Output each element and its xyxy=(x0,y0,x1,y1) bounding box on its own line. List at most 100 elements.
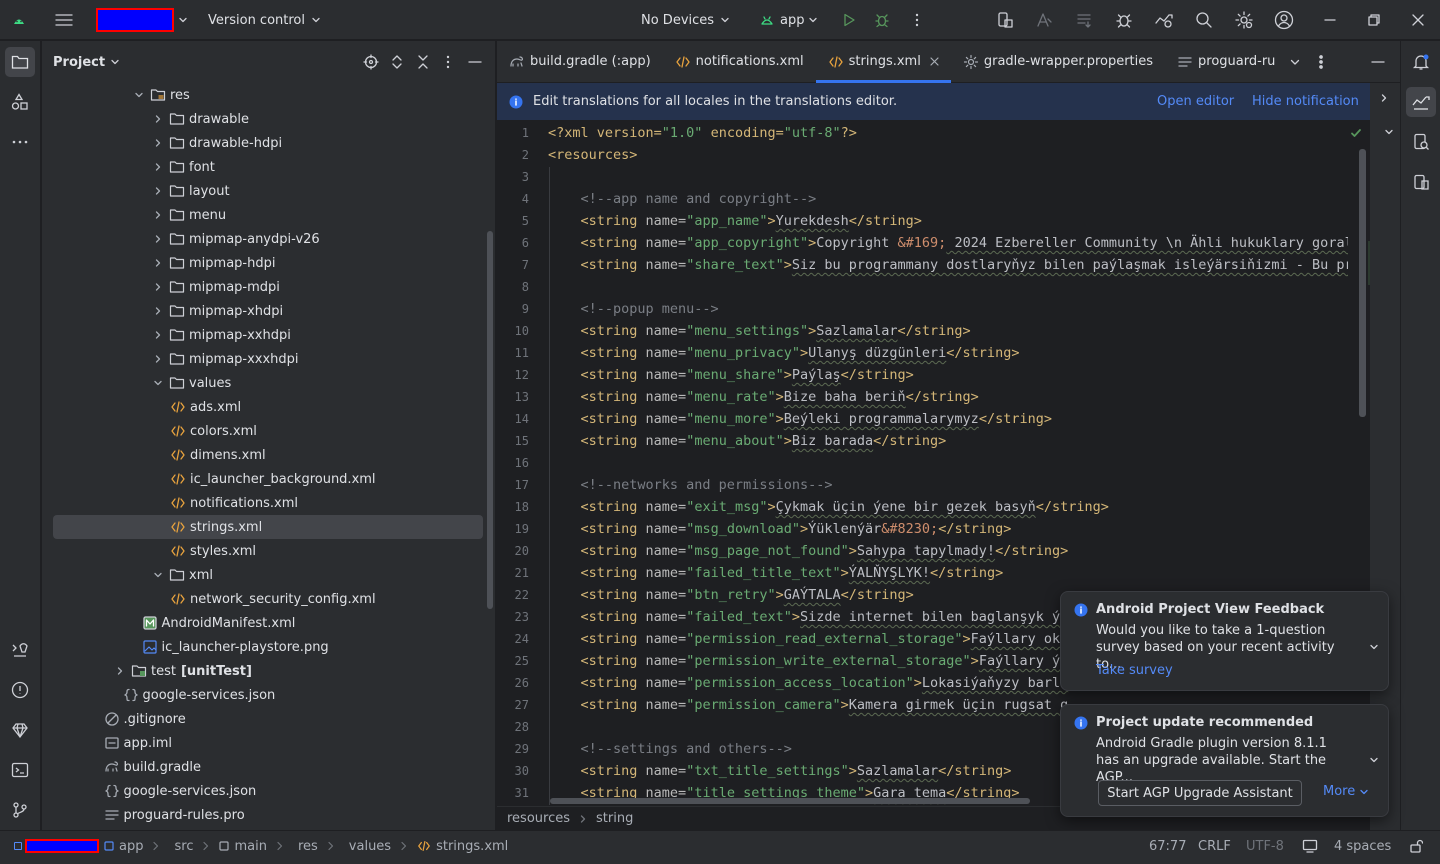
restore-icon[interactable] xyxy=(1366,0,1382,40)
hide-notification-link[interactable]: Hide notification xyxy=(1252,94,1359,109)
chevron-right-icon[interactable] xyxy=(151,256,165,270)
line-separator[interactable]: CRLF xyxy=(1198,831,1231,861)
chevron-down-icon[interactable] xyxy=(151,568,165,582)
tree-item[interactable]: font xyxy=(42,155,482,179)
status-project-widget[interactable] xyxy=(14,831,99,861)
locate-file-icon[interactable] xyxy=(363,54,379,70)
project-scrollbar[interactable] xyxy=(487,231,493,609)
chevron-down-icon[interactable] xyxy=(132,88,146,102)
tree-item[interactable]: ads.xml xyxy=(42,395,482,419)
chevron-right-icon[interactable] xyxy=(1379,93,1389,103)
chevron-right-icon[interactable] xyxy=(151,232,165,246)
tree-item[interactable]: values xyxy=(42,371,482,395)
status-path-segment[interactable]: src xyxy=(169,839,193,854)
status-path-segment[interactable]: main xyxy=(219,839,267,854)
resource-manager-icon[interactable] xyxy=(5,87,35,117)
tab-options-icon[interactable] xyxy=(1319,54,1324,69)
status-path-segment[interactable]: res xyxy=(293,839,318,854)
close-window-icon[interactable] xyxy=(1410,0,1426,40)
chevron-right-icon[interactable] xyxy=(151,280,165,294)
terminal-icon[interactable] xyxy=(5,755,35,785)
tree-item[interactable]: ic_launcher-playstore.png xyxy=(42,635,482,659)
tree-item[interactable]: dimens.xml xyxy=(42,443,482,467)
tree-item[interactable]: notifications.xml xyxy=(42,491,482,515)
chevron-right-icon[interactable] xyxy=(151,304,165,318)
status-path-segment[interactable]: strings.xml xyxy=(417,839,508,854)
chevron-right-icon[interactable] xyxy=(151,328,165,342)
chevron-down-icon[interactable] xyxy=(1384,127,1394,137)
search-icon[interactable] xyxy=(1194,0,1214,40)
project-tool-icon[interactable] xyxy=(5,47,35,77)
tree-item[interactable]: drawable-hdpi xyxy=(42,131,482,155)
project-view-selector[interactable]: Project xyxy=(53,55,120,70)
gem-icon[interactable] xyxy=(5,715,35,745)
editor-tab[interactable]: proguard-ru xyxy=(1165,41,1279,83)
tree-item[interactable]: ic_launcher_background.xml xyxy=(42,467,482,491)
translate-icon[interactable] xyxy=(1034,0,1054,40)
chevron-right-icon[interactable] xyxy=(151,112,165,126)
notifications-bell-icon[interactable] xyxy=(1406,47,1436,77)
tree-item[interactable]: mipmap-mdpi xyxy=(42,275,482,299)
tree-item[interactable]: app.iml xyxy=(42,731,482,755)
chevron-right-icon[interactable] xyxy=(151,136,165,150)
logcat-icon[interactable] xyxy=(5,635,35,665)
expand-all-icon[interactable] xyxy=(390,54,404,70)
close-tab-icon[interactable] xyxy=(930,57,939,66)
indent-setting[interactable]: 4 spaces xyxy=(1334,831,1391,861)
file-encoding[interactable]: UTF-8 xyxy=(1246,831,1284,861)
account-icon[interactable] xyxy=(1273,0,1295,40)
chevron-right-icon[interactable] xyxy=(113,664,127,678)
device-selector[interactable]: No Devices xyxy=(641,0,730,40)
editor-tab[interactable]: notifications.xml xyxy=(663,41,816,83)
tree-item[interactable]: google-services.json xyxy=(42,683,482,707)
chevron-right-icon[interactable] xyxy=(151,184,165,198)
expand-chevron-icon[interactable] xyxy=(1369,642,1379,652)
lock-open-icon[interactable] xyxy=(1409,831,1423,861)
tree-item[interactable]: strings.xml xyxy=(53,515,483,539)
open-editor-link[interactable]: Open editor xyxy=(1157,94,1234,109)
status-path-segment[interactable]: values xyxy=(344,839,391,854)
tree-item[interactable]: network_security_config.xml xyxy=(42,587,482,611)
problems-icon[interactable] xyxy=(5,675,35,705)
cursor-position[interactable]: 67:77 xyxy=(1149,831,1186,861)
more-tools-icon[interactable] xyxy=(5,127,35,157)
bug-icon[interactable] xyxy=(1114,0,1134,40)
tree-item[interactable]: layout xyxy=(42,179,482,203)
hide-panel-icon[interactable] xyxy=(468,55,482,69)
device-manager-icon[interactable] xyxy=(995,0,1015,40)
panel-options-icon[interactable] xyxy=(446,55,450,69)
settings-gear-icon[interactable] xyxy=(1233,0,1255,40)
debug-icon[interactable] xyxy=(873,0,891,40)
editor-scrollbar[interactable] xyxy=(1359,149,1366,417)
profiler-icon[interactable] xyxy=(1153,0,1175,40)
start-agp-upgrade-button[interactable]: Start AGP Upgrade Assistant xyxy=(1098,780,1302,806)
tree-item[interactable]: mipmap-xhdpi xyxy=(42,299,482,323)
memory-indicator-icon[interactable] xyxy=(1302,831,1318,861)
editor-tab[interactable]: gradle-wrapper.properties xyxy=(951,41,1165,83)
tree-item[interactable]: build.gradle xyxy=(42,755,482,779)
tree-item[interactable]: colors.xml xyxy=(42,419,482,443)
breadcrumb-string[interactable]: string xyxy=(596,811,633,826)
tree-item[interactable]: mipmap-xxhdpi xyxy=(42,323,482,347)
chevron-right-icon[interactable] xyxy=(151,208,165,222)
chevron-right-icon[interactable] xyxy=(151,160,165,174)
running-devices-icon[interactable] xyxy=(1406,167,1436,197)
collapse-all-icon[interactable] xyxy=(416,54,430,70)
sync-gradle-icon[interactable] xyxy=(1074,0,1094,40)
editor-hscrollbar[interactable] xyxy=(550,798,1030,804)
gemini-assistant-icon[interactable] xyxy=(1406,87,1436,117)
tree-item[interactable]: mipmap-hdpi xyxy=(42,251,482,275)
run-config-selector[interactable]: app xyxy=(760,0,818,40)
more-actions-icon[interactable] xyxy=(910,0,924,40)
tree-item[interactable]: AndroidManifest.xml xyxy=(42,611,482,635)
tree-item[interactable]: menu xyxy=(42,203,482,227)
hide-panel-icon[interactable] xyxy=(1371,55,1385,69)
tab-list-chevron-icon[interactable] xyxy=(1289,56,1301,68)
project-name-widget[interactable] xyxy=(96,0,188,40)
main-menu-icon[interactable] xyxy=(52,0,76,40)
tree-item[interactable]: test [unitTest] xyxy=(42,659,482,683)
editor-tab[interactable]: build.gradle (:app) xyxy=(497,41,663,83)
status-path-segment[interactable]: app xyxy=(104,839,143,854)
tree-item[interactable]: xml xyxy=(42,563,482,587)
device-explorer-icon[interactable] xyxy=(1406,127,1436,157)
